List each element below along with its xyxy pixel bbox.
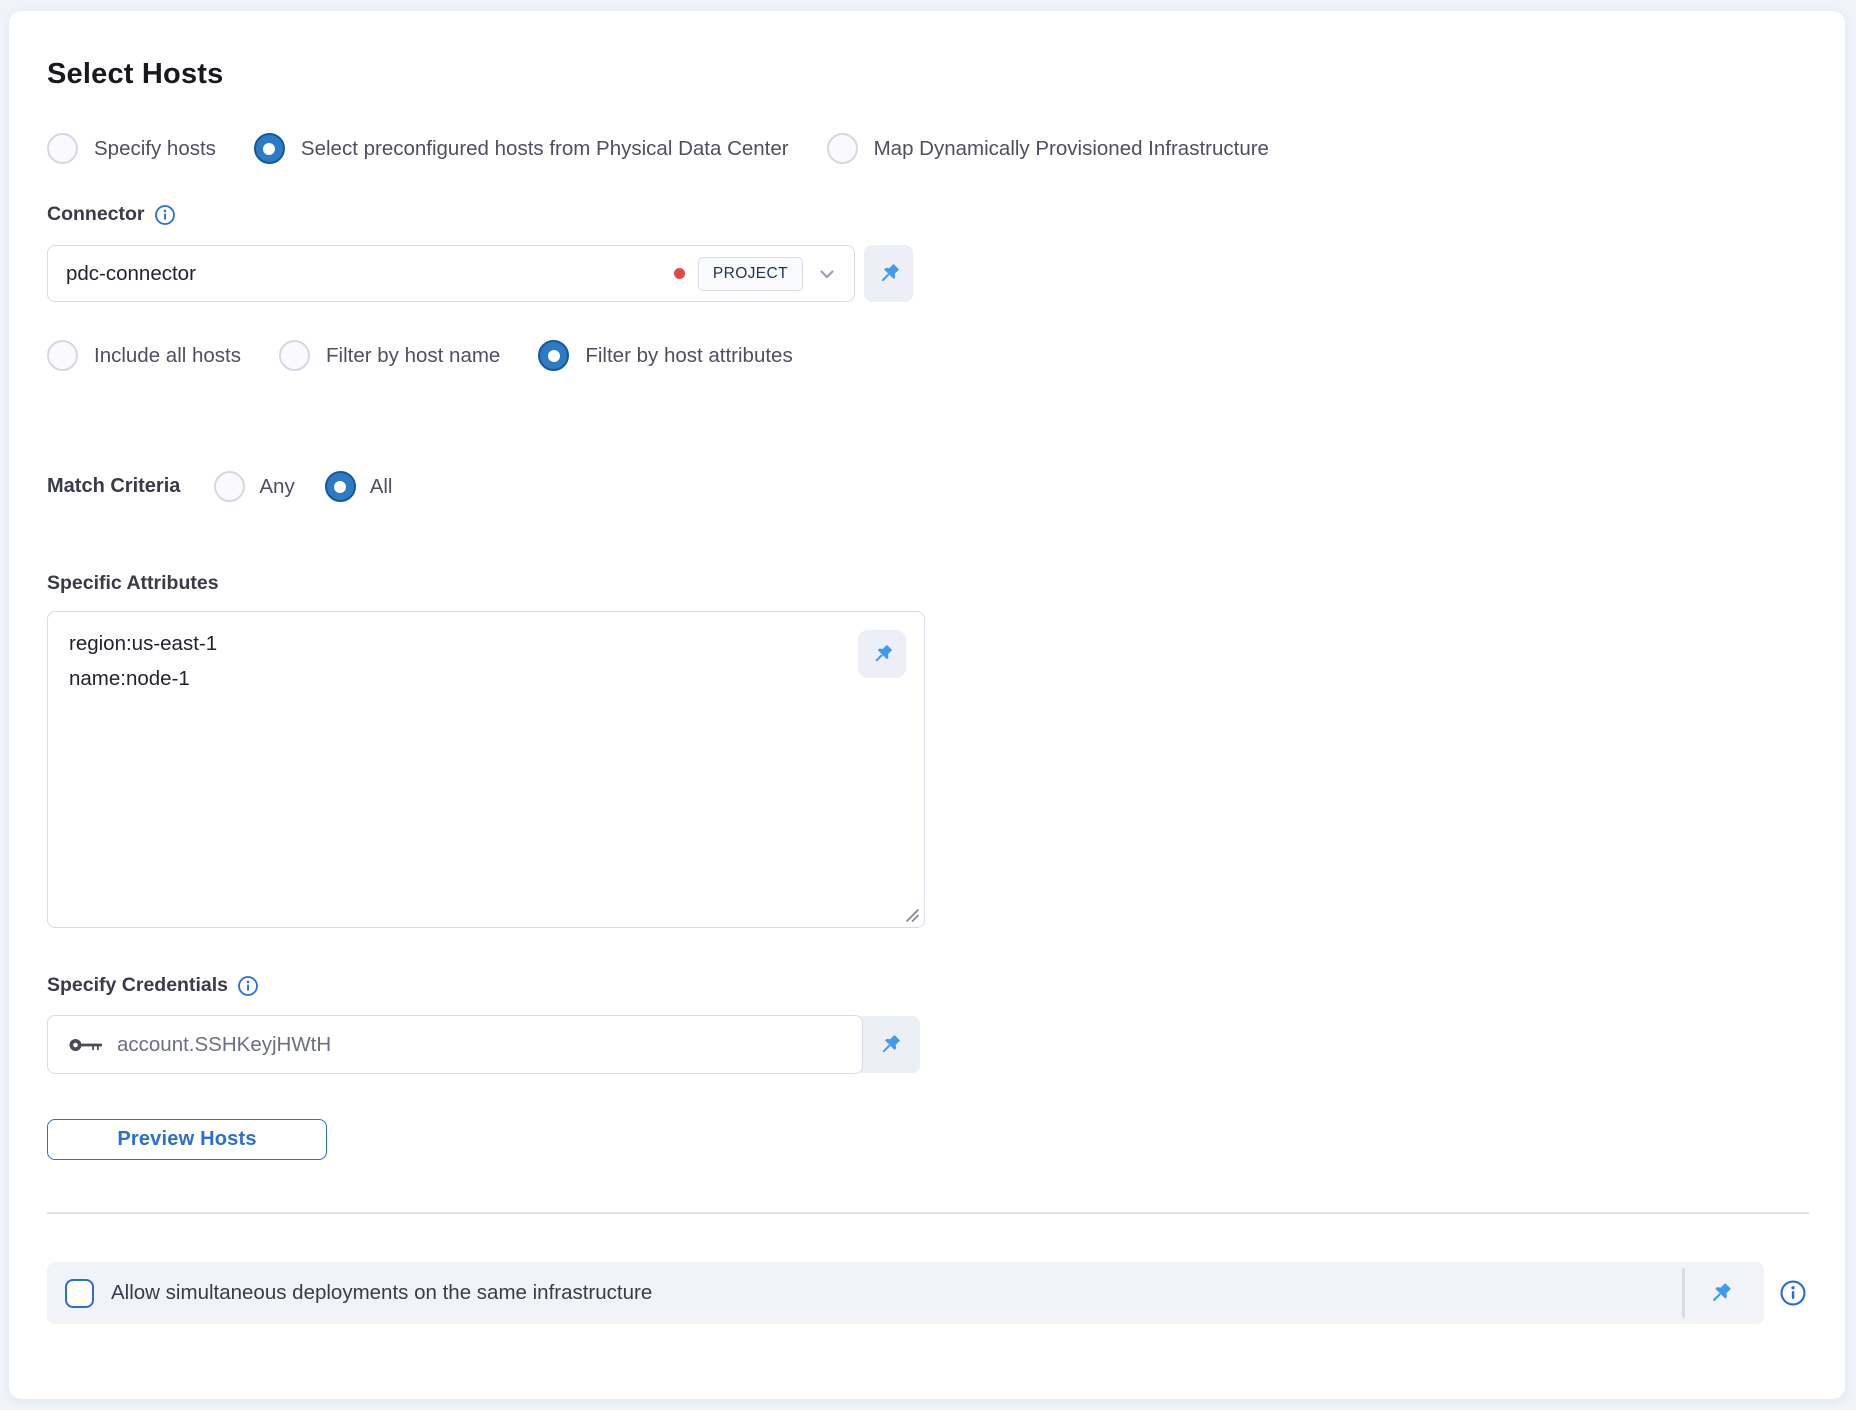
- specific-attributes-pin-button[interactable]: [858, 630, 906, 678]
- radio-match-any[interactable]: Any: [214, 471, 294, 502]
- host-source-radio-group: Specify hosts Select preconfigured hosts…: [47, 133, 1807, 164]
- radio-label: All: [370, 475, 393, 499]
- radio-dynamic-infrastructure[interactable]: Map Dynamically Provisioned Infrastructu…: [827, 133, 1269, 164]
- radio-circle-unselected: [47, 340, 78, 371]
- credentials-input[interactable]: account.SSHKeyjHWtH: [47, 1015, 863, 1074]
- footer-pin-button[interactable]: [1707, 1280, 1734, 1307]
- radio-specify-hosts[interactable]: Specify hosts: [47, 133, 216, 164]
- credentials-value: account.SSHKeyjHWtH: [117, 1033, 331, 1057]
- footer-row: Allow simultaneous deployments on the sa…: [47, 1262, 1807, 1324]
- radio-label: Filter by host name: [326, 344, 500, 368]
- required-dot-icon: [674, 268, 685, 279]
- chevron-down-icon[interactable]: [816, 263, 838, 285]
- scope-badge: PROJECT: [698, 257, 803, 291]
- radio-label: Filter by host attributes: [585, 344, 792, 368]
- radio-circle-unselected: [214, 471, 245, 502]
- credentials-field-row: account.SSHKeyjHWtH: [47, 1015, 920, 1074]
- match-criteria-label: Match Criteria: [47, 475, 180, 498]
- radio-circle-unselected: [279, 340, 310, 371]
- credentials-label-row: Specify Credentials: [47, 974, 1807, 997]
- radio-label: Select preconfigured hosts from Physical…: [301, 137, 789, 161]
- section-divider: [47, 1212, 1809, 1214]
- pushpin-icon: [877, 1032, 903, 1058]
- info-icon[interactable]: [1779, 1279, 1807, 1307]
- credentials-label: Specify Credentials: [47, 974, 228, 997]
- key-icon: [68, 1034, 102, 1056]
- radio-preconfigured-hosts[interactable]: Select preconfigured hosts from Physical…: [254, 133, 789, 164]
- radio-match-all[interactable]: All: [325, 471, 393, 502]
- match-criteria-row: Match Criteria Any All: [47, 471, 1807, 502]
- radio-filter-host-attributes[interactable]: Filter by host attributes: [538, 340, 792, 371]
- select-hosts-panel: Select Hosts Specify hosts Select precon…: [9, 11, 1845, 1399]
- preview-hosts-button[interactable]: Preview Hosts: [47, 1119, 327, 1160]
- radio-circle-unselected: [47, 133, 78, 164]
- info-icon[interactable]: [154, 204, 176, 226]
- simultaneous-deployments-label: Allow simultaneous deployments on the sa…: [111, 1281, 652, 1305]
- specific-attributes-label: Specific Attributes: [47, 572, 219, 595]
- radio-label: Map Dynamically Provisioned Infrastructu…: [874, 137, 1269, 161]
- resize-handle-icon[interactable]: [903, 906, 920, 923]
- radio-circle-selected: [254, 133, 285, 164]
- simultaneous-deployments-checkbox[interactable]: [65, 1279, 94, 1308]
- radio-circle-selected: [538, 340, 569, 371]
- radio-label: Specify hosts: [94, 137, 216, 161]
- radio-filter-host-name[interactable]: Filter by host name: [279, 340, 500, 371]
- connector-input[interactable]: pdc-connector PROJECT: [47, 245, 855, 302]
- match-criteria-radio-group: Any All: [214, 471, 392, 502]
- info-icon[interactable]: [237, 975, 259, 997]
- host-filter-radio-group: Include all hosts Filter by host name Fi…: [47, 340, 1807, 371]
- radio-include-all-hosts[interactable]: Include all hosts: [47, 340, 241, 371]
- connector-field-row: pdc-connector PROJECT: [47, 245, 1807, 302]
- connector-value: pdc-connector: [66, 262, 674, 286]
- vertical-divider: [1682, 1268, 1685, 1318]
- radio-circle-selected: [325, 471, 356, 502]
- specific-attributes-label-row: Specific Attributes: [47, 572, 1807, 595]
- specific-attributes-textarea[interactable]: region:us-east-1 name:node-1: [47, 611, 925, 928]
- connector-label: Connector: [47, 203, 145, 226]
- connector-label-row: Connector: [47, 203, 1807, 226]
- connector-pin-button[interactable]: [864, 245, 913, 302]
- specific-attributes-field: region:us-east-1 name:node-1: [47, 611, 925, 928]
- page-title: Select Hosts: [47, 58, 1807, 91]
- radio-circle-unselected: [827, 133, 858, 164]
- pushpin-icon: [876, 261, 902, 287]
- pushpin-icon: [870, 642, 895, 667]
- radio-label: Include all hosts: [94, 344, 241, 368]
- radio-label: Any: [259, 475, 294, 499]
- simultaneous-deployments-bar: Allow simultaneous deployments on the sa…: [47, 1262, 1764, 1324]
